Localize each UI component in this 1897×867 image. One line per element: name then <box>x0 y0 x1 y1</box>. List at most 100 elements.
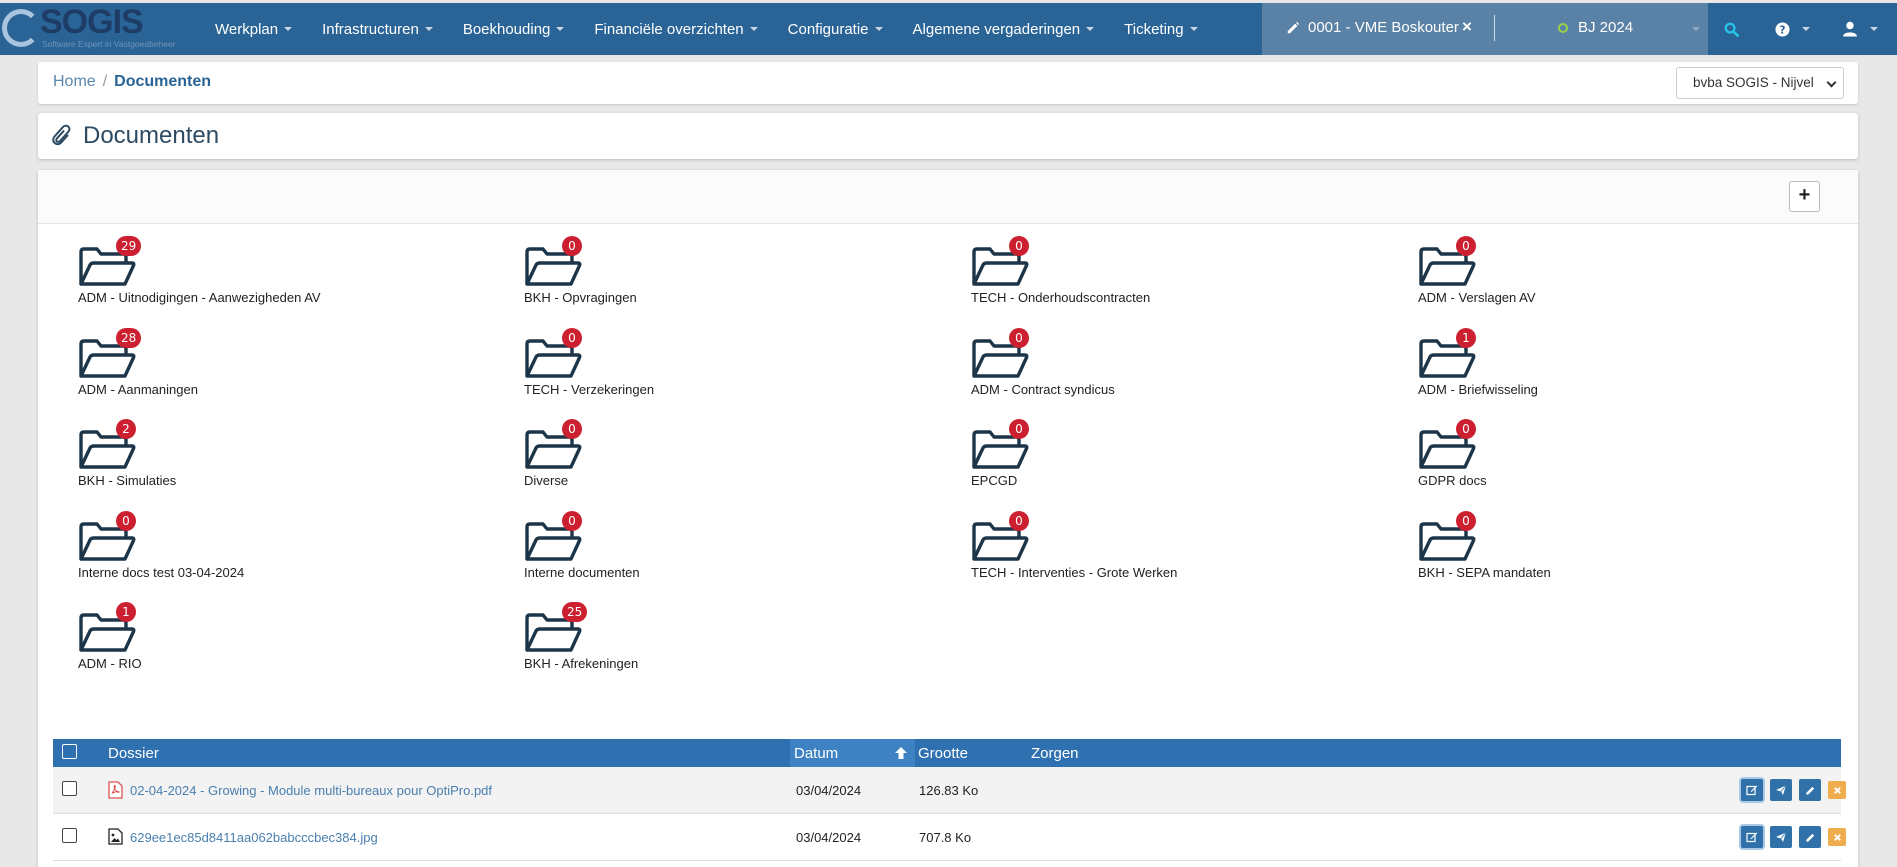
row-date: 03/04/2024 <box>796 783 862 798</box>
caret-down-icon <box>1870 27 1878 31</box>
panel-toolbar: + <box>38 170 1858 224</box>
caret-down-icon <box>1189 27 1198 31</box>
column-datum[interactable]: Datum <box>794 745 838 762</box>
company-select[interactable]: bvba SOGIS - Nijvel <box>1676 67 1844 99</box>
folder-item[interactable]: 29 ADM - Uitnodigingen - Aanwezigheden AV <box>78 236 478 316</box>
help-button[interactable]: ? <box>1764 3 1820 55</box>
company-select-value: bvba SOGIS - Nijvel <box>1693 75 1814 90</box>
edit-document-button[interactable] <box>1741 826 1763 848</box>
edit-document-button[interactable] <box>1741 779 1763 801</box>
folder-count-badge: 0 <box>116 511 136 531</box>
svg-text:?: ? <box>1779 24 1785 36</box>
folder-item[interactable]: 0 GDPR docs <box>1418 419 1818 499</box>
menu-werkplan[interactable]: Werkplan <box>200 3 307 55</box>
menu-financiele-overzichten[interactable]: Financiële overzichten <box>579 3 772 55</box>
folder-item[interactable]: 0 BKH - Opvragingen <box>524 236 924 316</box>
menu-label: Werkplan <box>215 20 279 38</box>
delete-button[interactable] <box>1828 781 1846 799</box>
sogis-logo[interactable]: SOGIS Software Expert in Vastgoedbeheer <box>0 3 200 55</box>
status-circle-icon <box>1558 22 1568 33</box>
menu-label: Boekhouding <box>462 20 551 38</box>
folder-item[interactable]: 0 ADM - Contract syndicus <box>971 328 1371 408</box>
pdf-icon <box>108 781 123 799</box>
pencil-icon <box>1805 833 1814 842</box>
pencil-icon <box>1287 21 1300 33</box>
folder-item[interactable]: 0 EPCGD <box>971 419 1371 499</box>
image-icon <box>108 828 123 845</box>
breadcrumb-bar: Home / Documenten bvba SOGIS - Nijvel <box>38 62 1858 104</box>
folder-label: Diverse <box>524 473 569 488</box>
folder-count-badge: 0 <box>1009 419 1029 439</box>
breadcrumb-separator: / <box>102 73 108 90</box>
rename-button[interactable] <box>1799 826 1821 848</box>
menu-label: Algemene vergaderingen <box>912 20 1081 38</box>
folder-item[interactable]: 0 TECH - Verzekeringen <box>524 328 924 408</box>
rename-button[interactable] <box>1799 779 1821 801</box>
chevron-down-icon <box>1826 77 1837 88</box>
menu-label: Financiële overzichten <box>594 20 744 38</box>
sort-ascending-icon[interactable] <box>894 746 908 760</box>
row-date: 03/04/2024 <box>796 830 862 845</box>
row-size: 707.8 Ko <box>919 830 972 845</box>
caret-down-icon <box>1801 27 1810 31</box>
caret-down-icon <box>749 27 758 31</box>
folder-count-badge: 0 <box>1009 511 1029 531</box>
folder-item[interactable]: 2 BKH - Simulaties <box>78 419 478 499</box>
menu-ticketing[interactable]: Ticketing <box>1109 3 1212 55</box>
folder-item[interactable]: 0 TECH - Interventies - Grote Werken <box>971 511 1371 591</box>
close-icon <box>1833 833 1841 841</box>
table-row: 629ee1ec85d8411aa062babcccbec384.jpg 03/… <box>53 814 1846 861</box>
caret-down-icon <box>874 27 883 31</box>
folder-item[interactable]: 0 Interne docs test 03-04-2024 <box>78 511 478 591</box>
folder-count-badge: 2 <box>116 419 136 439</box>
folder-count-badge: 29 <box>116 236 142 256</box>
folder-item[interactable]: 0 TECH - Onderhoudscontracten <box>971 236 1371 316</box>
fiscal-year-label: BJ 2024 <box>1578 19 1634 36</box>
paper-plane-icon <box>1776 785 1787 795</box>
folder-label: BKH - Simulaties <box>78 473 177 488</box>
user-menu-button[interactable] <box>1830 3 1890 55</box>
folder-count-badge: 25 <box>562 602 588 622</box>
row-checkbox[interactable] <box>62 828 77 843</box>
folder-item[interactable]: 1 ADM - Briefwisseling <box>1418 328 1818 408</box>
menu-label: Infrastructuren <box>322 20 419 38</box>
caret-down-icon[interactable] <box>1692 27 1700 31</box>
caret-down-icon <box>284 27 293 31</box>
menu-boekhouding[interactable]: Boekhouding <box>448 3 580 55</box>
folder-label: TECH - Onderhoudscontracten <box>971 290 1151 305</box>
menu-configuratie[interactable]: Configuratie <box>773 3 898 55</box>
fiscal-year-selector[interactable]: BJ 2024 <box>1558 19 1633 36</box>
file-link[interactable]: 02-04-2024 - Growing - Module multi-bure… <box>130 783 492 798</box>
vme-edit-link[interactable]: 0001 - VME Boskouter <box>1286 19 1459 36</box>
add-folder-button[interactable]: + <box>1789 181 1820 212</box>
edit-icon <box>1746 832 1758 843</box>
folder-item[interactable]: 1 ADM - RIO <box>78 602 478 682</box>
folder-item[interactable]: 0 Diverse <box>524 419 924 499</box>
column-grootte[interactable]: Grootte <box>918 745 968 762</box>
close-icon <box>1833 786 1841 794</box>
delete-button[interactable] <box>1828 828 1846 846</box>
folder-item[interactable]: 25 BKH - Afrekeningen <box>524 602 924 682</box>
close-icon[interactable]: × <box>1462 17 1472 37</box>
row-size: 126.83 Ko <box>919 783 979 798</box>
column-dossier[interactable]: Dossier <box>108 745 159 762</box>
send-button[interactable] <box>1770 826 1792 848</box>
breadcrumb-home[interactable]: Home <box>53 73 96 91</box>
folder-item[interactable]: 0 ADM - Verslagen AV <box>1418 236 1818 316</box>
menu-infrastructuren[interactable]: Infrastructuren <box>307 3 448 55</box>
file-link[interactable]: 629ee1ec85d8411aa062babcccbec384.jpg <box>130 830 378 845</box>
folder-item[interactable]: 28 ADM - Aanmaningen <box>78 328 478 408</box>
folder-label: ADM - Verslagen AV <box>1418 290 1536 305</box>
folder-count-badge: 0 <box>562 511 582 531</box>
menu-algemene-vergaderingen[interactable]: Algemene vergaderingen <box>898 3 1110 55</box>
row-checkbox[interactable] <box>62 781 77 796</box>
breadcrumb-current: Documenten <box>114 73 212 90</box>
folder-count-badge: 0 <box>1009 236 1029 256</box>
folder-item[interactable]: 0 Interne documenten <box>524 511 924 591</box>
column-zorgen[interactable]: Zorgen <box>1031 745 1079 762</box>
send-button[interactable] <box>1770 779 1792 801</box>
search-button[interactable] <box>1708 3 1754 55</box>
folder-item[interactable]: 0 BKH - SEPA mandaten <box>1418 511 1818 591</box>
select-all-checkbox[interactable] <box>62 744 77 759</box>
logo-ring-icon <box>2 9 40 47</box>
